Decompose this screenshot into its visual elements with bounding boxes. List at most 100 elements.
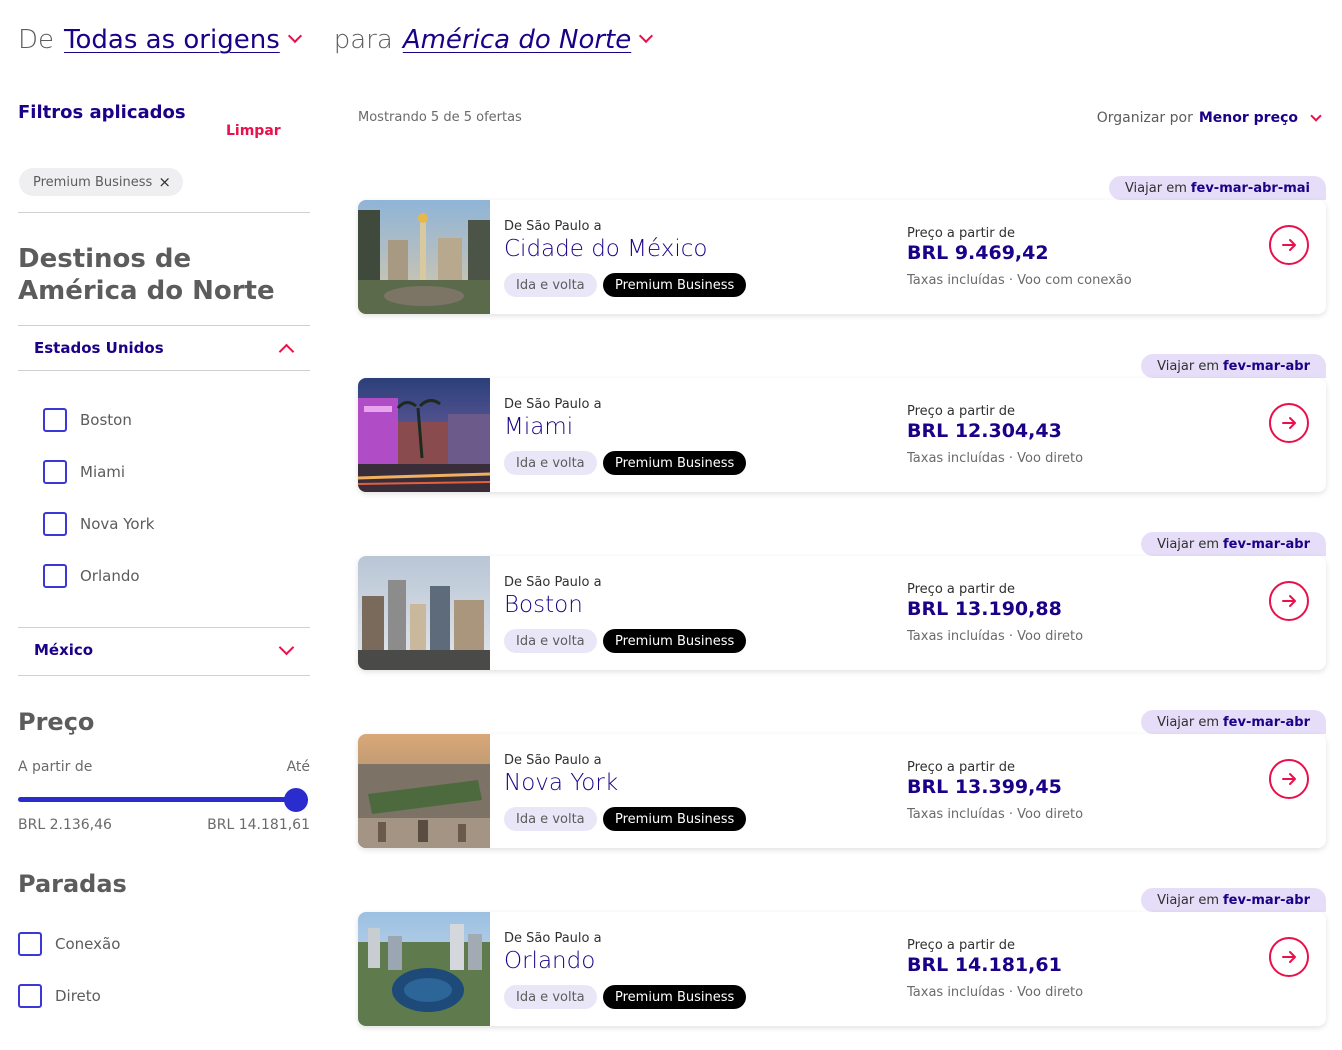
arrow-right-icon (1282, 239, 1296, 251)
checkbox-boston[interactable]: Boston (43, 408, 132, 432)
accordion-estados-unidos[interactable]: Estados Unidos (18, 326, 310, 370)
cabin-badge: Premium Business (603, 629, 747, 653)
chevron-down-icon (278, 639, 295, 655)
destination-city: Orlando (504, 948, 596, 974)
price-from-label: Preço a partir de (907, 226, 1015, 241)
travel-months: fev-mar-abr (1223, 358, 1310, 374)
trip-type-badge: Ida e volta (504, 807, 597, 831)
offer-price: BRL 13.190,88 (907, 598, 1062, 620)
checkbox-orlando[interactable]: Orlando (43, 564, 140, 588)
chevron-down-icon[interactable] (287, 28, 302, 44)
price-min-value: BRL 2.136,46 (18, 817, 112, 833)
offer-card[interactable]: De São Paulo a Cidade do México Ida e vo… (358, 200, 1326, 314)
arrow-right-icon (1282, 417, 1296, 429)
checkbox-nova-york[interactable]: Nova York (43, 512, 154, 536)
price-slider-handle[interactable] (284, 788, 308, 812)
view-offer-button[interactable] (1269, 759, 1309, 799)
travel-prefix: Viajar em (1157, 536, 1220, 552)
price-title: Preço (18, 708, 95, 736)
close-icon[interactable]: × (158, 173, 171, 191)
view-offer-button[interactable] (1269, 937, 1309, 977)
origin-label: De São Paulo a (504, 931, 602, 946)
checkbox-box[interactable] (43, 564, 67, 588)
origin-label: De São Paulo a (504, 753, 602, 768)
arrow-right-icon (1282, 951, 1296, 963)
offer-card[interactable]: De São Paulo a Boston Ida e volta Premiu… (358, 556, 1326, 670)
checkbox-box[interactable] (18, 932, 42, 956)
price-note: Taxas incluídas · Voo direto (907, 451, 1084, 466)
destination-selector[interactable]: América do Norte (403, 25, 631, 55)
to-word: para (333, 25, 393, 55)
travel-months: fev-mar-abr (1223, 892, 1310, 908)
accordion-label: México (34, 641, 94, 659)
destinations-title: Destinos de América do Norte (18, 244, 275, 306)
travel-months: fev-mar-abr (1223, 536, 1310, 552)
arrow-right-icon (1282, 773, 1296, 785)
checkbox-box[interactable] (18, 984, 42, 1008)
travel-months-tag: Viajar em fev-mar-abr (1141, 710, 1326, 734)
destination-image (358, 378, 490, 492)
price-from-label: Preço a partir de (907, 760, 1015, 775)
offer-card[interactable]: De São Paulo a Miami Ida e volta Premium… (358, 378, 1326, 492)
travel-months-tag: Viajar em fev-mar-abr-mai (1108, 176, 1326, 200)
chevron-down-icon[interactable] (1310, 110, 1322, 122)
price-note: Taxas incluídas · Voo direto (907, 807, 1084, 822)
checkbox-box[interactable] (43, 512, 67, 536)
origin-label: De São Paulo a (504, 219, 602, 234)
accordion-mexico[interactable]: México (18, 628, 310, 672)
view-offer-button[interactable] (1269, 225, 1309, 265)
price-max-value: BRL 14.181,61 (207, 817, 310, 833)
checkbox-conexao[interactable]: Conexão (18, 932, 120, 956)
sort-label: Organizar por (1096, 110, 1193, 126)
travel-months-tag: Viajar em fev-mar-abr (1141, 532, 1326, 556)
trip-type-badge: Ida e volta (504, 985, 597, 1009)
price-from-label: Preço a partir de (907, 938, 1015, 953)
chevron-down-icon[interactable] (639, 28, 654, 44)
checkbox-direto[interactable]: Direto (18, 984, 101, 1008)
cabin-badge: Premium Business (603, 985, 747, 1009)
offer-price: BRL 14.181,61 (907, 954, 1062, 976)
sort-dropdown[interactable]: Organizar por Menor preço (1097, 110, 1324, 126)
origin-selector[interactable]: Todas as origens (64, 25, 280, 55)
origin-label: De São Paulo a (504, 397, 602, 412)
chip-label: Premium Business (33, 174, 153, 190)
destination-city: Nova York (504, 770, 619, 796)
destination-city: Cidade do México (504, 236, 708, 262)
travel-prefix: Viajar em (1124, 180, 1187, 196)
checkbox-label: Orlando (80, 567, 140, 585)
price-slider-track[interactable] (18, 797, 308, 802)
travel-prefix: Viajar em (1157, 892, 1220, 908)
price-note: Taxas incluídas · Voo direto (907, 629, 1084, 644)
chevron-up-icon (278, 343, 295, 359)
cabin-badge: Premium Business (603, 451, 747, 475)
sort-value[interactable]: Menor preço (1199, 110, 1298, 126)
accordion-label: Estados Unidos (34, 339, 164, 357)
offer-card[interactable]: De São Paulo a Nova York Ida e volta Pre… (358, 734, 1326, 848)
offer-card-cidade-do-mexico: Viajar em fev-mar-abr-mai De São Paulo a… (358, 176, 1326, 314)
checkbox-label: Nova York (80, 515, 155, 533)
offer-price: BRL 9.469,42 (907, 242, 1049, 264)
price-note: Taxas incluídas · Voo direto (907, 985, 1084, 1000)
stops-title: Paradas (18, 870, 127, 898)
trip-type-badge: Ida e volta (504, 273, 597, 297)
clear-filters-link[interactable]: Limpar (226, 123, 281, 139)
checkbox-box[interactable] (43, 460, 67, 484)
trip-type-badge: Ida e volta (504, 451, 597, 475)
price-to-label: Até (286, 759, 310, 775)
travel-months: fev-mar-abr (1223, 714, 1310, 730)
travel-prefix: Viajar em (1157, 358, 1220, 374)
checkbox-label: Conexão (55, 935, 121, 953)
checkbox-miami[interactable]: Miami (43, 460, 125, 484)
travel-months-tag: Viajar em fev-mar-abr (1141, 354, 1326, 378)
filters-title: Filtros aplicados (18, 102, 186, 123)
results-count: Mostrando 5 de 5 ofertas (358, 110, 522, 125)
offer-card[interactable]: De São Paulo a Orlando Ida e volta Premi… (358, 912, 1326, 1026)
view-offer-button[interactable] (1269, 581, 1309, 621)
divider (18, 370, 310, 371)
travel-months-tag: Viajar em fev-mar-abr (1141, 888, 1326, 912)
destination-city: Miami (504, 414, 574, 440)
view-offer-button[interactable] (1269, 403, 1309, 443)
price-note: Taxas incluídas · Voo com conexão (907, 273, 1132, 288)
checkbox-box[interactable] (43, 408, 67, 432)
offer-card-miami: Viajar em fev-mar-abr De São Paulo a Mia… (358, 354, 1326, 492)
